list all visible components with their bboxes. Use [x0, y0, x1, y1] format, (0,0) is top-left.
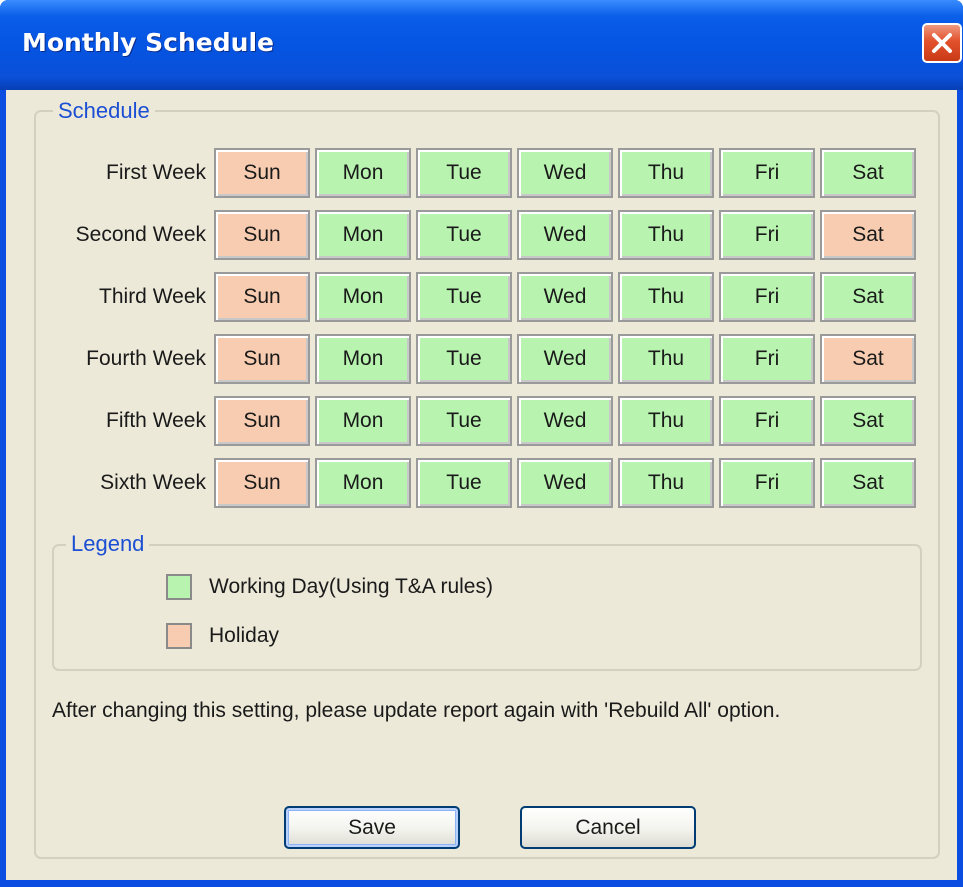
day-toggle-wed[interactable]: Wed — [517, 210, 613, 260]
legend-group — [52, 544, 922, 671]
day-toggle-fri[interactable]: Fri — [719, 396, 815, 446]
day-toggle-fri[interactable]: Fri — [719, 210, 815, 260]
day-toggle-tue[interactable]: Tue — [416, 210, 512, 260]
day-toggle-tue[interactable]: Tue — [416, 458, 512, 508]
day-toggle-thu[interactable]: Thu — [618, 210, 714, 260]
day-toggle-sat[interactable]: Sat — [820, 458, 916, 508]
day-toggle-tue[interactable]: Tue — [416, 334, 512, 384]
day-toggle-wed[interactable]: Wed — [517, 272, 613, 322]
day-toggle-sun[interactable]: Sun — [214, 148, 310, 198]
day-toggle-sun[interactable]: Sun — [214, 272, 310, 322]
day-toggle-tue[interactable]: Tue — [416, 272, 512, 322]
day-toggle-sat[interactable]: Sat — [820, 148, 916, 198]
day-toggle-wed[interactable]: Wed — [517, 334, 613, 384]
day-toggle-wed[interactable]: Wed — [517, 458, 613, 508]
day-toggle-mon[interactable]: Mon — [315, 334, 411, 384]
cancel-button[interactable]: Cancel — [520, 806, 696, 849]
close-icon — [932, 33, 952, 53]
day-toggle-wed[interactable]: Wed — [517, 396, 613, 446]
week-label: Fifth Week — [106, 409, 206, 432]
week-label: Sixth Week — [100, 471, 206, 494]
dialog-client-area: Schedule First Week Sun Mon Tue Wed Thu Fri Sat… — [6, 90, 957, 880]
holiday-legend-label: Holiday — [209, 624, 280, 647]
day-toggle-sun[interactable]: Sun — [214, 396, 310, 446]
week-label: Fourth Week — [86, 347, 206, 370]
day-toggle-thu[interactable]: Thu — [618, 334, 714, 384]
week-label: Third Week — [99, 285, 206, 308]
day-toggle-mon[interactable]: Mon — [315, 396, 411, 446]
save-button[interactable]: Save — [284, 806, 460, 849]
day-toggle-sun[interactable]: Sun — [214, 458, 310, 508]
day-toggle-fri[interactable]: Fri — [719, 272, 815, 322]
working-day-legend-label: Working Day(Using T&A rules) — [209, 575, 493, 598]
holiday-swatch — [166, 623, 192, 649]
day-toggle-sun[interactable]: Sun — [214, 334, 310, 384]
day-toggle-tue[interactable]: Tue — [416, 148, 512, 198]
day-toggle-fri[interactable]: Fri — [719, 458, 815, 508]
day-toggle-mon[interactable]: Mon — [315, 210, 411, 260]
monthly-schedule-dialog: Monthly Schedule Schedule First Week Sun M… — [0, 0, 963, 887]
day-toggle-sat[interactable]: Sat — [820, 334, 916, 384]
rebuild-note: After changing this setting, please upda… — [52, 699, 781, 722]
window-title: Monthly Schedule — [22, 28, 274, 57]
day-toggle-mon[interactable]: Mon — [315, 148, 411, 198]
day-toggle-fri[interactable]: Fri — [719, 334, 815, 384]
legend-group-label: Legend — [66, 531, 150, 557]
week-label: First Week — [106, 161, 206, 184]
day-toggle-mon[interactable]: Mon — [315, 458, 411, 508]
day-toggle-thu[interactable]: Thu — [618, 148, 714, 198]
close-button[interactable] — [922, 23, 962, 63]
day-toggle-fri[interactable]: Fri — [719, 148, 815, 198]
title-bar[interactable]: Monthly Schedule — [0, 0, 963, 90]
day-toggle-thu[interactable]: Thu — [618, 396, 714, 446]
schedule-group-label: Schedule — [53, 98, 155, 124]
day-toggle-sat[interactable]: Sat — [820, 396, 916, 446]
day-toggle-mon[interactable]: Mon — [315, 272, 411, 322]
day-toggle-wed[interactable]: Wed — [517, 148, 613, 198]
day-toggle-thu[interactable]: Thu — [618, 458, 714, 508]
week-label: Second Week — [75, 223, 206, 246]
day-toggle-thu[interactable]: Thu — [618, 272, 714, 322]
day-toggle-sun[interactable]: Sun — [214, 210, 310, 260]
day-toggle-sat[interactable]: Sat — [820, 210, 916, 260]
day-toggle-tue[interactable]: Tue — [416, 396, 512, 446]
working-day-swatch — [166, 574, 192, 600]
day-toggle-sat[interactable]: Sat — [820, 272, 916, 322]
